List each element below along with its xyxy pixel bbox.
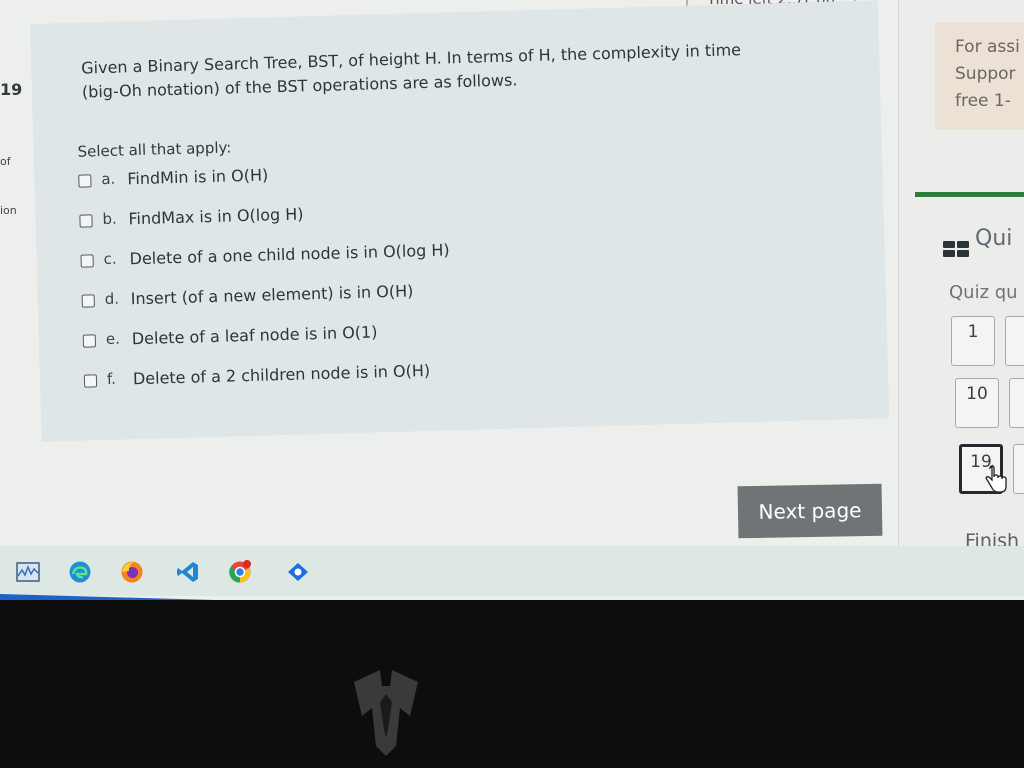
activity-monitor-icon[interactable] <box>16 560 40 584</box>
vscode-icon[interactable] <box>176 560 200 584</box>
edge-icon[interactable] <box>68 560 92 584</box>
sidebar: For assi Suppor free 1- Qui Quiz qu 1 10… <box>898 0 1024 560</box>
answer-options: a. FindMin is in O(H) b. FindMax is in O… <box>78 160 454 410</box>
nav-question-label: 1 <box>967 322 979 342</box>
hand-cursor-icon <box>985 464 1007 493</box>
checkbox-d[interactable] <box>81 294 95 308</box>
nav-question-2[interactable] <box>1005 316 1024 366</box>
option-letter: c. <box>103 249 117 269</box>
nav-question-20[interactable] <box>1013 444 1024 494</box>
question-text: Given a Binary Search Tree, BST, of heig… <box>80 40 742 102</box>
monitor-bezel <box>0 600 1024 768</box>
firefox-icon[interactable] <box>120 560 144 584</box>
quiz-navigation-subtitle: Quiz qu <box>949 282 1018 303</box>
option-letter: e. <box>105 329 121 349</box>
question-of-label: of <box>0 155 11 168</box>
option-text: FindMax is in O(log H) <box>128 204 304 229</box>
progress-bar <box>915 192 1024 197</box>
checkbox-b[interactable] <box>79 214 93 228</box>
app-icon[interactable] <box>286 560 310 584</box>
question-number: 19 <box>0 80 23 99</box>
screen: Time left 2:51:00 19 of ion Given a Bina… <box>0 0 1024 600</box>
question-panel: Given a Binary Search Tree, BST, of heig… <box>30 0 890 442</box>
notice-line: Suppor <box>955 64 1016 84</box>
option-letter: f. <box>106 369 117 388</box>
checkbox-a[interactable] <box>78 174 92 188</box>
checkbox-f[interactable] <box>83 374 98 388</box>
question-on-label: ion <box>0 204 17 217</box>
chrome-icon[interactable] <box>228 560 252 584</box>
nav-question-1[interactable]: 1 <box>951 316 995 366</box>
quiz-navigation-title: Qui <box>975 226 1013 251</box>
quiz-navigation-header: Qui <box>943 226 1012 257</box>
grid-icon <box>943 241 969 257</box>
nav-question-10[interactable]: 10 <box>955 378 999 428</box>
select-prompt: Select all that apply: <box>77 138 232 161</box>
next-page-button[interactable]: Next page <box>737 483 883 539</box>
option-letter: a. <box>101 169 116 189</box>
notice-line: free 1- <box>955 91 1011 111</box>
brand-logo-icon <box>354 670 418 756</box>
option-letter: b. <box>102 209 118 229</box>
notice-line: For assi <box>955 37 1020 57</box>
nav-question-11[interactable] <box>1009 378 1024 428</box>
option-text: FindMin is in O(H) <box>127 165 269 189</box>
nav-question-label: 10 <box>966 384 988 404</box>
option-letter: d. <box>104 289 120 309</box>
checkbox-c[interactable] <box>80 254 94 268</box>
checkbox-e[interactable] <box>82 334 97 348</box>
taskbar <box>0 546 1024 596</box>
support-notice: For assi Suppor free 1- <box>935 22 1024 130</box>
